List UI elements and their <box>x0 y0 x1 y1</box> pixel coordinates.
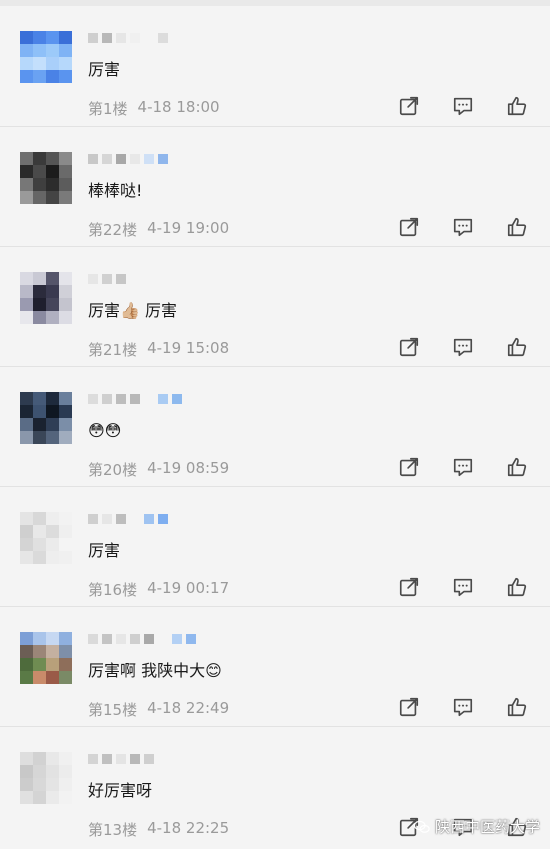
share-icon <box>399 337 419 357</box>
timestamp: 4-19 19:00 <box>147 219 230 237</box>
reply-button[interactable] <box>450 335 476 359</box>
comment-actions <box>396 335 530 359</box>
comment-actions <box>396 695 530 719</box>
comment-actions <box>396 94 530 118</box>
reply-button[interactable] <box>450 455 476 479</box>
avatar[interactable] <box>20 512 72 564</box>
comment-text: 厉害👍🏼 厉害 <box>88 301 178 320</box>
share-button[interactable] <box>396 215 422 239</box>
comment-icon <box>453 578 473 597</box>
timestamp: 4-19 00:17 <box>147 579 230 597</box>
avatar[interactable] <box>20 632 72 684</box>
share-button[interactable] <box>396 455 422 479</box>
timestamp: 4-19 08:59 <box>147 459 230 477</box>
like-button[interactable] <box>504 455 530 479</box>
like-button[interactable] <box>504 695 530 719</box>
floor-number: 第13楼 <box>88 821 138 839</box>
username-redacted[interactable] <box>88 629 200 649</box>
comment-meta: 第13楼 4-18 22:25 <box>88 819 229 840</box>
comment-meta: 第15楼 4-18 22:49 <box>88 699 229 720</box>
watermark: 陕西中医药大学 <box>413 816 540 837</box>
like-button[interactable] <box>504 94 530 118</box>
avatar[interactable] <box>20 152 72 204</box>
reply-button[interactable] <box>450 695 476 719</box>
username-redacted[interactable] <box>88 269 144 289</box>
comment-icon <box>453 698 473 717</box>
floor-number: 第15楼 <box>88 701 138 719</box>
comment-icon <box>453 458 473 477</box>
share-icon <box>399 697 419 717</box>
avatar[interactable] <box>20 392 72 444</box>
floor-number: 第20楼 <box>88 461 138 479</box>
comment-text: 厉害 <box>88 541 121 560</box>
wechat-icon <box>413 820 430 833</box>
comment-actions <box>396 455 530 479</box>
share-icon <box>399 217 419 237</box>
timestamp: 4-18 18:00 <box>137 98 220 116</box>
floor-number: 第22楼 <box>88 221 138 239</box>
comment-text: 😳😳 <box>88 421 122 440</box>
thumbs-up-icon <box>507 96 527 116</box>
thumbs-up-icon <box>507 697 527 717</box>
reply-button[interactable] <box>450 94 476 118</box>
floor-number: 第16楼 <box>88 581 138 599</box>
like-button[interactable] <box>504 215 530 239</box>
like-button[interactable] <box>504 575 530 599</box>
comment-meta: 第20楼 4-19 08:59 <box>88 459 229 480</box>
username-redacted[interactable] <box>88 149 172 169</box>
floor-number: 第1楼 <box>88 100 128 118</box>
share-icon <box>399 457 419 477</box>
like-button[interactable] <box>504 335 530 359</box>
username-redacted[interactable] <box>88 749 158 769</box>
reply-button[interactable] <box>450 575 476 599</box>
floor-number: 第21楼 <box>88 341 138 359</box>
comment-icon <box>453 218 473 237</box>
comment-item: 棒棒哒! 第22楼 4-19 19:00 <box>0 126 550 246</box>
share-icon <box>399 577 419 597</box>
username-redacted[interactable] <box>88 389 186 409</box>
comment-meta: 第16楼 4-19 00:17 <box>88 579 229 600</box>
thumbs-up-icon <box>507 217 527 237</box>
comment-meta: 第1楼 4-18 18:00 <box>88 98 220 119</box>
comment-item: 厉害👍🏼 厉害 第21楼 4-19 15:08 <box>0 246 550 366</box>
comment-text: 厉害啊 我陕中大😊 <box>88 661 222 680</box>
share-button[interactable] <box>396 94 422 118</box>
share-button[interactable] <box>396 335 422 359</box>
avatar[interactable] <box>20 272 72 324</box>
comment-item: 😳😳 第20楼 4-19 08:59 <box>0 366 550 486</box>
comment-meta: 第22楼 4-19 19:00 <box>88 219 229 240</box>
timestamp: 4-18 22:49 <box>147 699 230 717</box>
watermark-text: 陕西中医药大学 <box>434 818 540 836</box>
reply-button[interactable] <box>450 215 476 239</box>
comment-text: 厉害 <box>88 60 121 79</box>
username-redacted[interactable] <box>88 28 172 48</box>
timestamp: 4-19 15:08 <box>147 339 230 357</box>
thumbs-up-icon <box>507 577 527 597</box>
comment-icon <box>453 97 473 116</box>
thumbs-up-icon <box>507 337 527 357</box>
comment-item: 厉害第1楼 4-18 18:00 <box>0 6 550 126</box>
comment-actions <box>396 215 530 239</box>
comment-item: 厉害第16楼 4-19 00:17 <box>0 486 550 606</box>
share-button[interactable] <box>396 695 422 719</box>
comment-icon <box>453 338 473 357</box>
avatar[interactable] <box>20 31 72 83</box>
share-icon <box>399 96 419 116</box>
share-button[interactable] <box>396 575 422 599</box>
comment-meta: 第21楼 4-19 15:08 <box>88 339 229 360</box>
avatar[interactable] <box>20 752 72 804</box>
username-redacted[interactable] <box>88 509 172 529</box>
timestamp: 4-18 22:25 <box>147 819 230 837</box>
comment-text: 棒棒哒! <box>88 181 143 200</box>
comment-text: 好厉害呀 <box>88 781 153 800</box>
comment-actions <box>396 575 530 599</box>
thumbs-up-icon <box>507 457 527 477</box>
comment-item: 厉害啊 我陕中大😊 第15楼 4-18 22:49 <box>0 606 550 726</box>
